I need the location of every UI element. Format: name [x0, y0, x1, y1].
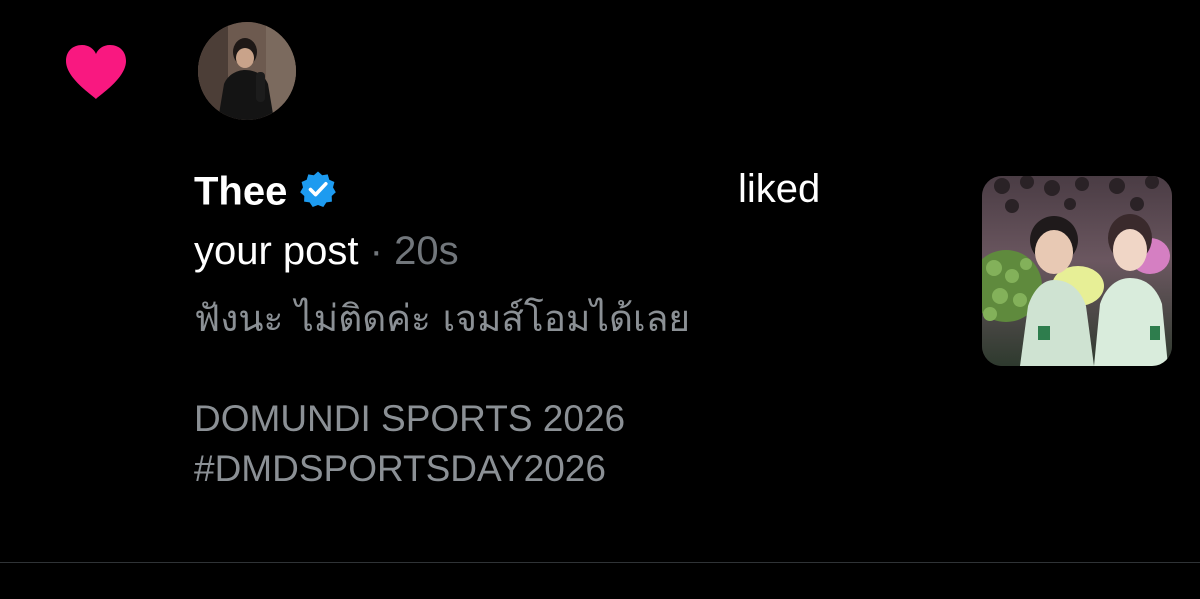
preview-line-1: ฟังนะ ไม่ติดค่ะ เจมส์โอมได้เลย	[194, 297, 691, 340]
divider	[0, 562, 1200, 563]
notification-subheader: your post · 20s	[194, 222, 914, 280]
separator: ·	[358, 229, 395, 273]
action-text: liked	[738, 167, 821, 211]
preview-hashtag[interactable]: #DMDSPORTSDAY2026	[194, 444, 914, 494]
notification-text: Thee liked your post · 20s ฟังนะ ไม่ติดค…	[194, 160, 914, 494]
redacted-handle	[337, 171, 698, 212]
post-preview[interactable]: ฟังนะ ไม่ติดค่ะ เจมส์โอมได้เลย DOMUNDI S…	[194, 294, 914, 494]
object-text[interactable]: your post	[194, 229, 359, 273]
preview-line-2: DOMUNDI SPORTS 2026	[194, 398, 626, 439]
heart-icon	[66, 45, 126, 99]
like-notification[interactable]: Thee liked your post · 20s ฟังนะ ไม่ติดค…	[0, 0, 1200, 562]
post-thumbnail[interactable]	[982, 176, 1172, 366]
verified-badge-icon	[300, 171, 337, 208]
timestamp: 20s	[394, 229, 459, 273]
avatar-photo	[198, 22, 296, 120]
notification-header: Thee liked	[194, 160, 914, 218]
thumbnail-photo	[982, 176, 1172, 366]
preview-spacer	[194, 344, 914, 394]
avatar[interactable]	[198, 22, 296, 120]
user-name[interactable]: Thee	[194, 169, 287, 213]
